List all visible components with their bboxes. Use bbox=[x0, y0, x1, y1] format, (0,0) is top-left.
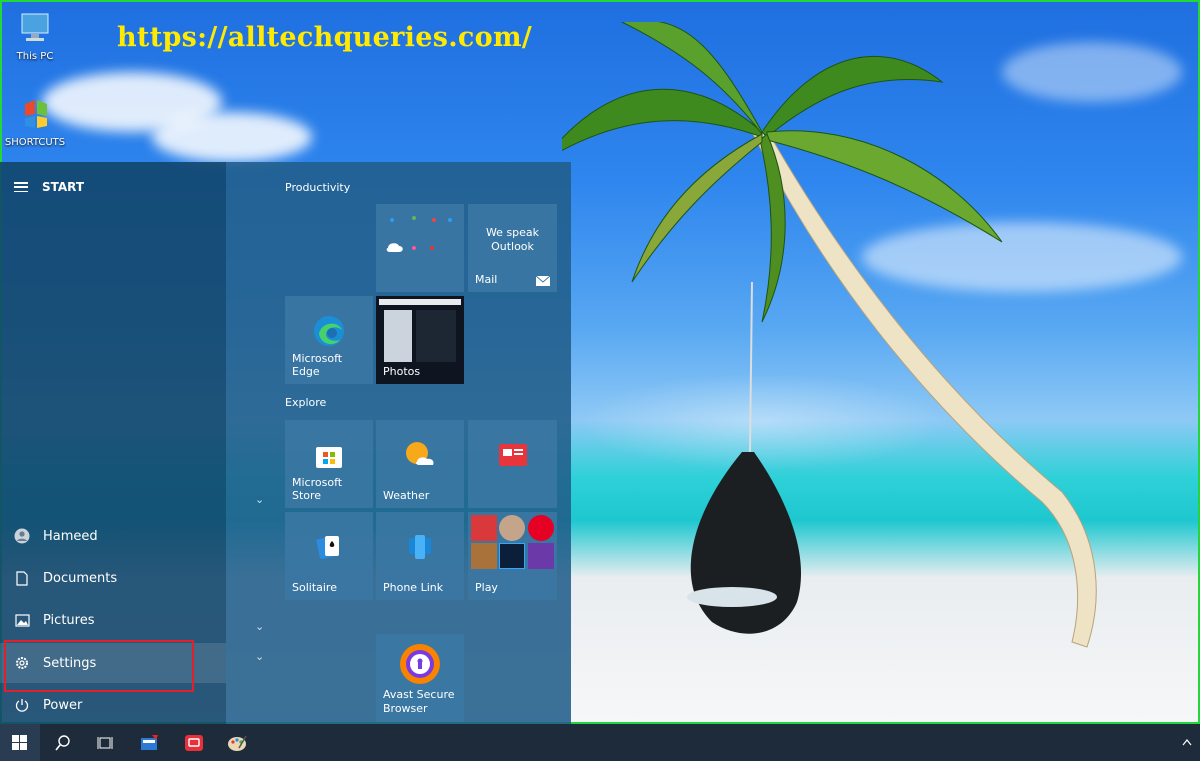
windows-start-icon bbox=[12, 734, 27, 750]
user-icon bbox=[13, 527, 31, 545]
photo-thumbnail bbox=[379, 299, 461, 305]
watermark-url: https://alltechqueries.com/ bbox=[117, 22, 532, 53]
tile-phone-link[interactable]: Phone Link bbox=[376, 512, 464, 600]
start-header[interactable]: START bbox=[14, 180, 84, 194]
tile-label: Photos bbox=[383, 365, 421, 378]
group-label-explore: Explore bbox=[285, 396, 327, 409]
sidebar-item-pictures[interactable]: Pictures bbox=[0, 600, 226, 640]
start-title: START bbox=[42, 180, 85, 194]
mail-tile-text: We speak Outlook bbox=[485, 226, 540, 253]
pinterest-icon bbox=[528, 515, 554, 541]
tile-label: Mail bbox=[475, 273, 498, 286]
avast-icon bbox=[400, 643, 440, 684]
feedback-icon bbox=[185, 734, 203, 751]
tile-label: Microsoft Store bbox=[292, 476, 343, 502]
tile-photos[interactable]: Photos bbox=[376, 296, 464, 384]
tile-play[interactable]: Play bbox=[468, 512, 557, 600]
chevron-down-icon[interactable]: ⌄ bbox=[255, 620, 264, 633]
taskbar bbox=[0, 724, 1200, 761]
phone-link-icon bbox=[409, 535, 431, 560]
tile-label: Browser bbox=[383, 702, 428, 715]
shortcuts-icon bbox=[25, 100, 47, 128]
game-icon bbox=[499, 515, 525, 541]
taskbar-feedback[interactable] bbox=[174, 724, 214, 761]
tile-office[interactable] bbox=[376, 204, 464, 292]
chevron-up-icon[interactable] bbox=[1182, 736, 1192, 749]
desktop-icon-shortcuts[interactable]: SHORTCUTS bbox=[4, 96, 66, 148]
office-apps-icon bbox=[386, 216, 452, 252]
edge-icon bbox=[314, 316, 344, 347]
game-icon bbox=[471, 543, 497, 569]
search-button[interactable] bbox=[43, 724, 83, 761]
chevron-down-icon[interactable]: ⌄ bbox=[255, 650, 264, 663]
dolby-icon bbox=[528, 543, 554, 569]
palm-tree bbox=[562, 22, 1097, 648]
paint-icon bbox=[228, 735, 247, 751]
tile-mail[interactable]: We speak Outlook Mail bbox=[468, 204, 557, 292]
app-icon bbox=[141, 734, 158, 750]
tile-label: Solitaire bbox=[292, 581, 337, 594]
desktop-icon-this-pc[interactable]: This PC bbox=[4, 10, 66, 62]
mail-icon bbox=[536, 276, 550, 286]
desktop-icon-label: SHORTCUTS bbox=[4, 137, 66, 148]
sidebar-item-label: Pictures bbox=[43, 612, 95, 628]
group-label-productivity: Productivity bbox=[285, 181, 351, 194]
roblox-icon bbox=[471, 515, 497, 541]
start-tiles-area: Productivity We speak Outlook Mail Micro… bbox=[226, 162, 571, 724]
taskbar-app[interactable] bbox=[130, 724, 170, 761]
sidebar-item-label: Power bbox=[43, 697, 83, 713]
store-icon bbox=[316, 447, 342, 469]
desktop-icon-label: This PC bbox=[16, 51, 54, 62]
task-view-button[interactable] bbox=[85, 724, 125, 761]
hamburger-icon[interactable] bbox=[14, 182, 28, 192]
tile-avast-secure-browser[interactable]: Avast Secure Browser bbox=[376, 634, 464, 722]
tile-news[interactable] bbox=[468, 420, 557, 508]
tile-label: Weather bbox=[383, 489, 430, 502]
photo-thumbnail bbox=[416, 310, 456, 362]
photoshop-icon bbox=[499, 543, 525, 569]
solitaire-icon bbox=[316, 536, 339, 560]
power-icon bbox=[13, 696, 31, 714]
hanging-chair bbox=[687, 282, 802, 634]
pictures-icon bbox=[13, 611, 31, 629]
weather-icon bbox=[406, 442, 434, 466]
sidebar-item-label: Documents bbox=[43, 570, 118, 586]
tile-label-block: Avast Secure Browser bbox=[383, 688, 455, 716]
tile-weather[interactable]: Weather bbox=[376, 420, 464, 508]
computer-icon bbox=[21, 13, 49, 41]
settings-highlight-box bbox=[4, 640, 194, 692]
sidebar-item-label: Hameed bbox=[43, 528, 98, 544]
sidebar-item-documents[interactable]: Documents bbox=[0, 558, 226, 598]
tile-microsoft-store[interactable]: Microsoft Store bbox=[285, 420, 373, 508]
tile-microsoft-edge[interactable]: Microsoft Edge bbox=[285, 296, 373, 384]
search-icon bbox=[55, 734, 70, 750]
tile-solitaire[interactable]: Solitaire bbox=[285, 512, 373, 600]
chevron-down-icon[interactable]: ⌄ bbox=[255, 493, 264, 506]
tile-label: Phone Link bbox=[383, 581, 444, 594]
start-menu: START Hameed Documents Pictures Settings bbox=[0, 162, 571, 724]
tile-label: Avast Secure bbox=[383, 688, 455, 701]
tile-label: Microsoft Edge bbox=[292, 352, 343, 378]
photo-thumbnail bbox=[384, 310, 412, 362]
start-button[interactable] bbox=[0, 724, 40, 761]
taskbar-paint[interactable] bbox=[217, 724, 257, 761]
news-icon bbox=[498, 444, 527, 467]
sidebar-item-user[interactable]: Hameed bbox=[0, 516, 226, 556]
document-icon bbox=[13, 569, 31, 587]
tile-label: Play bbox=[475, 581, 498, 594]
cloud bbox=[152, 112, 312, 162]
task-view-icon bbox=[97, 736, 113, 749]
